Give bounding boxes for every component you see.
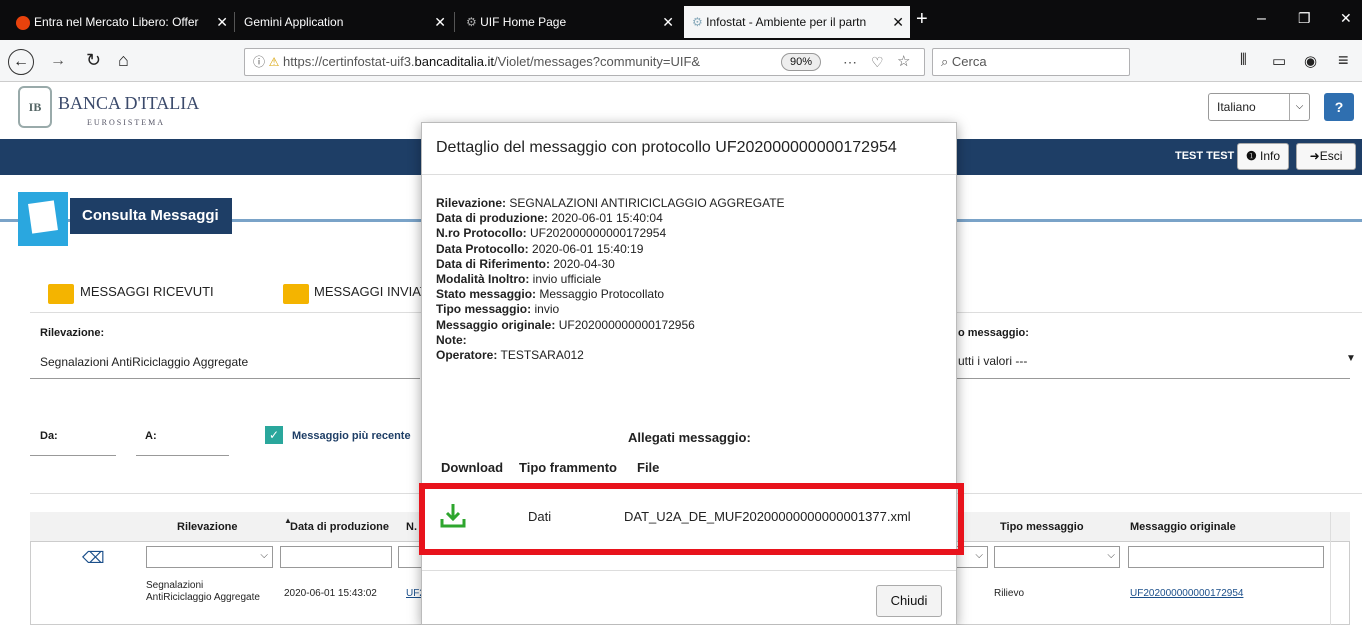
close-tab-icon[interactable]: ✕ xyxy=(662,6,674,38)
logo-subtitle: EUROSISTEMA xyxy=(87,118,166,127)
caret-down-icon: ▼ xyxy=(1346,353,1356,364)
pocket-icon[interactable]: ♡ xyxy=(871,49,884,75)
detail-row: Data di produzione: 2020-06-01 15:40:04 xyxy=(436,211,663,226)
dialog-title: Dettaglio del messaggio con protocollo U… xyxy=(422,123,956,175)
more-actions-icon[interactable]: ⋯ xyxy=(843,49,857,75)
exit-button[interactable]: ➜Esci xyxy=(1296,143,1356,170)
browser-tab-active[interactable]: ⚙ Infostat - Ambiente per il partn ✕ xyxy=(684,6,910,38)
window-close-icon[interactable]: ✕ xyxy=(1340,10,1352,27)
zoom-badge[interactable]: 90% xyxy=(781,53,822,71)
close-tab-icon[interactable]: ✕ xyxy=(892,6,904,38)
restore-icon[interactable]: ❐ xyxy=(1298,10,1311,27)
col-num[interactable]: N. xyxy=(406,521,417,533)
detail-row: N.ro Protocollo: UF202000000000172954 xyxy=(436,226,667,241)
filter-rilevazione[interactable]: ⌵ xyxy=(146,546,273,568)
row-tipo: Rilievo xyxy=(994,588,1025,599)
bookmark-star-icon[interactable]: ☆ xyxy=(897,49,910,75)
col-data[interactable]: Data di produzione xyxy=(290,521,389,533)
recent-label: Messaggio più recente xyxy=(292,430,411,442)
forward-icon[interactable]: → xyxy=(50,52,66,70)
detail-row: Data Protocollo: 2020-06-01 15:40:19 xyxy=(436,241,644,256)
logo-title: BANCA D'ITALIA xyxy=(58,93,200,113)
chevron-down-icon: ⌵ xyxy=(1107,550,1115,561)
rilevazione-label: Rilevazione: xyxy=(40,327,105,339)
language-select[interactable]: Italiano ⌵ xyxy=(1208,93,1310,121)
browser-tab[interactable]: ⚙ UIF Home Page ✕ xyxy=(458,6,680,38)
col-download: Download xyxy=(441,460,504,475)
tipo-label: o messaggio: xyxy=(958,327,1029,339)
user-name: TEST TEST xyxy=(1175,150,1235,162)
rilevazione-select[interactable]: Segnalazioni AntiRiciclaggio Aggregate xyxy=(40,355,420,369)
info-circle-icon: ❶ xyxy=(1245,149,1257,163)
message-details: Rilevazione: SEGNALAZIONI ANTIRICICLAGGI… xyxy=(436,196,785,363)
chevron-down-icon: ⌵ xyxy=(260,550,268,561)
col-file: File xyxy=(637,460,660,475)
account-icon[interactable]: ◉ xyxy=(1304,52,1317,70)
col-tipo-frammento: Tipo frammento xyxy=(519,460,617,475)
detail-row: Note: xyxy=(436,332,467,347)
row-originale-link[interactable]: UF202000000000172954 xyxy=(1130,588,1243,599)
row-data: 2020-06-01 15:43:02 xyxy=(284,588,377,599)
detail-row: Data di Riferimento: 2020-04-30 xyxy=(436,256,615,271)
col-rilevazione[interactable]: Rilevazione xyxy=(177,521,238,533)
a-input[interactable] xyxy=(136,455,229,456)
help-button[interactable]: ? xyxy=(1324,93,1354,121)
filter-data[interactable] xyxy=(280,546,392,568)
detail-row: Stato messaggio: Messaggio Protocollato xyxy=(436,287,665,302)
eraser-icon[interactable]: ⌫ xyxy=(82,548,105,568)
da-input[interactable] xyxy=(30,455,116,456)
messages-logo-icon xyxy=(18,192,68,246)
back-icon[interactable]: ← xyxy=(8,49,34,75)
close-button[interactable]: Chiudi xyxy=(876,585,942,617)
row-rilevazione: Segnalazioni AntiRiciclaggio Aggregate xyxy=(146,580,260,603)
tab-favicon-icon xyxy=(16,15,30,30)
close-tab-icon[interactable]: ✕ xyxy=(434,6,446,38)
lock-warning-icon: ⚠ xyxy=(268,55,280,69)
chevron-down-icon: ⌵ xyxy=(975,550,983,561)
library-icon[interactable]: ⫴ xyxy=(1240,52,1247,70)
detail-row: Rilevazione: SEGNALAZIONI ANTIRICICLAGGI… xyxy=(436,196,785,210)
close-tab-icon[interactable]: ✕ xyxy=(216,6,228,38)
tipo-select[interactable]: utti i valori --- xyxy=(958,354,1027,368)
browser-search-input[interactable]: ⌕ Cerca xyxy=(932,48,1130,76)
a-label: A: xyxy=(145,430,157,442)
browser-tab-bar: Entra nel Mercato Libero: Offer ✕ Gemini… xyxy=(0,0,1362,40)
filter-tipo[interactable]: ⌵ xyxy=(994,546,1120,568)
address-bar[interactable]: ⓘ ⚠ https://certinfostat-uif3.bancadital… xyxy=(244,48,925,76)
attachments-title: Allegati messaggio: xyxy=(628,430,751,445)
detail-row: Tipo messaggio: invio xyxy=(436,302,560,317)
search-icon: ⌕ xyxy=(941,54,949,69)
filter-originale[interactable] xyxy=(1128,546,1324,568)
tab-sent[interactable]: MESSAGGI INVIAT xyxy=(314,284,428,299)
browser-tab[interactable]: Gemini Application ✕ xyxy=(236,6,452,38)
outbox-envelope-icon xyxy=(283,284,309,304)
col-tipo[interactable]: Tipo messaggio xyxy=(1000,521,1084,533)
chevron-down-icon: ⌵ xyxy=(1289,94,1309,120)
detail-row: Operatore: TESTSARA012 xyxy=(436,348,584,363)
inbox-envelope-icon xyxy=(48,284,74,304)
da-label: Da: xyxy=(40,430,58,442)
sign-out-icon: ➜ xyxy=(1309,149,1320,163)
globe-icon: ⚙ xyxy=(692,15,703,29)
minimize-icon[interactable]: – xyxy=(1257,10,1266,28)
home-icon[interactable]: ⌂ xyxy=(118,50,129,71)
col-originale[interactable]: Messaggio originale xyxy=(1130,521,1236,533)
tab-received[interactable]: MESSAGGI RICEVUTI xyxy=(80,284,214,299)
menu-icon[interactable]: ≡ xyxy=(1338,50,1349,71)
info-button[interactable]: ❶ Info xyxy=(1237,143,1289,170)
reload-icon[interactable]: ↻ xyxy=(86,50,101,71)
info-icon: ⓘ xyxy=(253,55,266,69)
sidebar-icon[interactable]: ▭ xyxy=(1272,52,1286,70)
detail-row: Modalità Inoltro: invio ufficiale xyxy=(436,272,602,287)
browser-tab[interactable]: Entra nel Mercato Libero: Offer ✕ xyxy=(8,6,234,38)
globe-icon: ⚙ xyxy=(466,15,477,29)
detail-row: Messaggio originale: UF20200000000017295… xyxy=(436,317,695,332)
attachment-highlight-box xyxy=(419,483,964,555)
new-tab-icon[interactable]: + xyxy=(916,8,928,31)
recent-checkbox[interactable]: ✓ xyxy=(265,426,283,444)
table-scrollbar[interactable] xyxy=(1330,512,1350,625)
bank-logo-icon: IB xyxy=(18,86,52,128)
page-title: Consulta Messaggi xyxy=(70,198,232,234)
